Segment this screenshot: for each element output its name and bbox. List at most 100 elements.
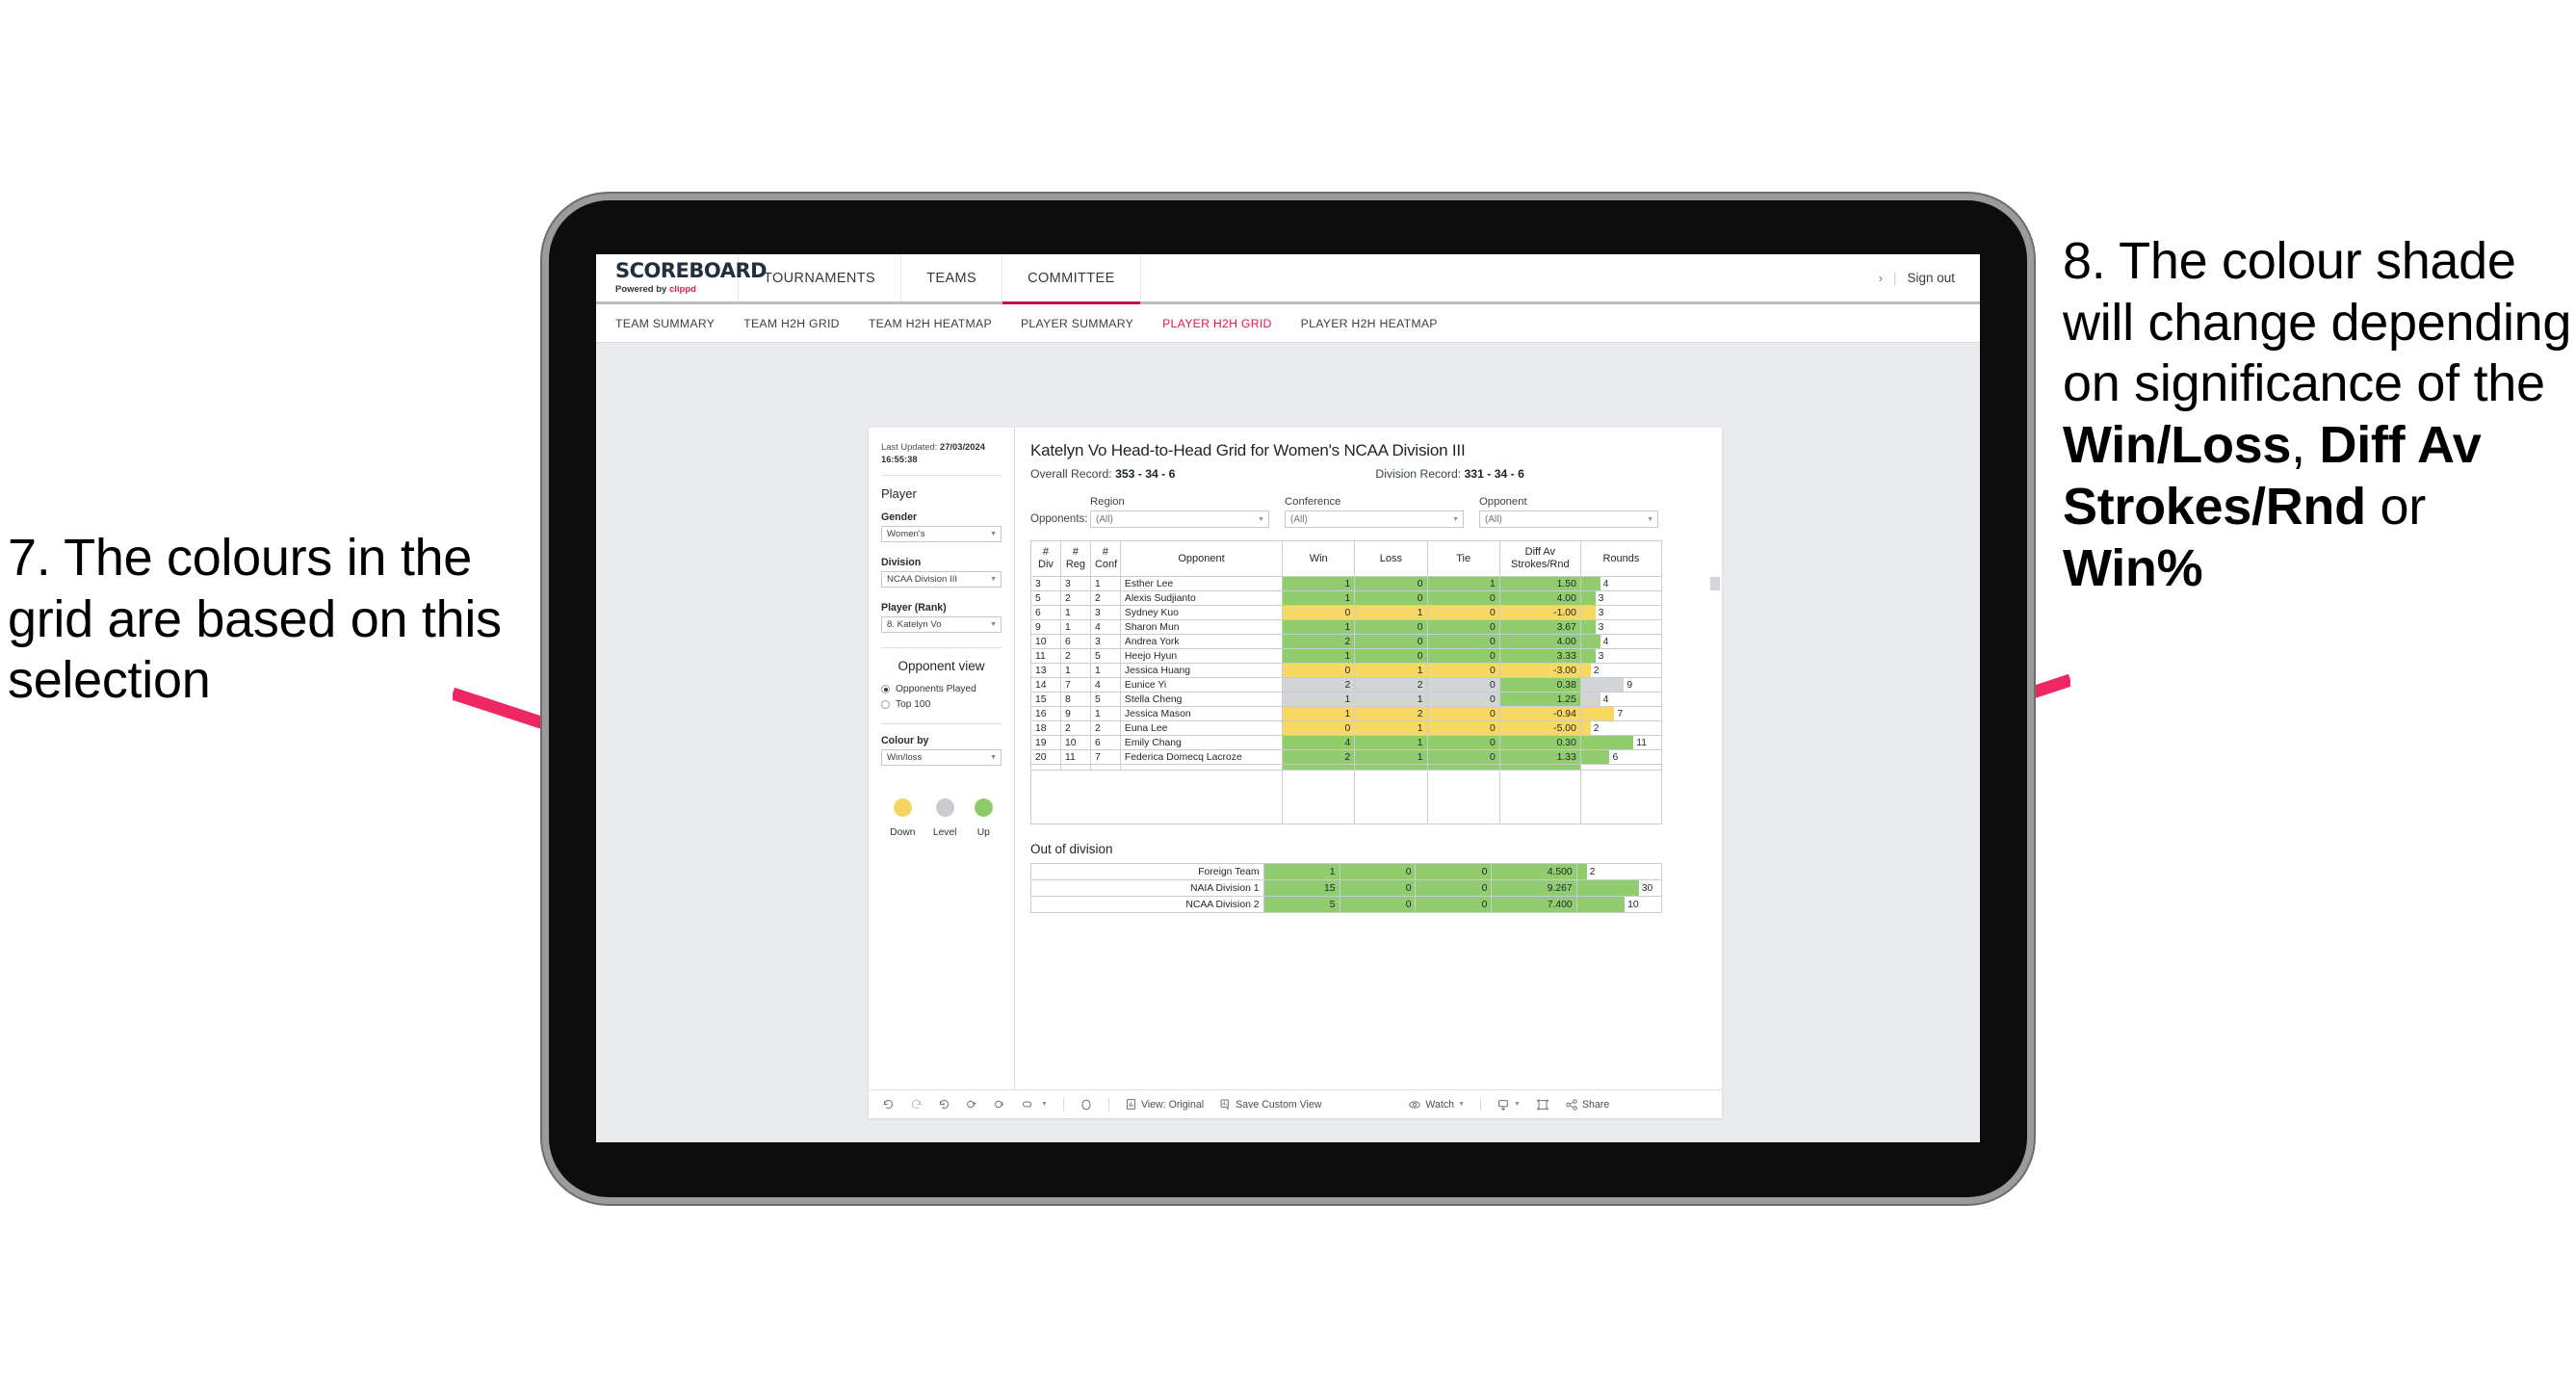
table-row[interactable]: 6 1 3 Sydney Kuo 0 1 0 -1.00 3 xyxy=(1030,605,1663,620)
legend-label-down: Down xyxy=(890,827,916,839)
subnav-team-summary[interactable]: TEAM SUMMARY xyxy=(615,317,729,330)
cell-tie: 0 xyxy=(1426,619,1500,635)
share-icon xyxy=(1566,1098,1577,1111)
table-row[interactable]: 20 11 7 Federica Domecq Lacroze 2 1 0 1.33 6 xyxy=(1030,749,1663,765)
undo-button[interactable] xyxy=(882,1098,902,1111)
table-row[interactable]: 19 10 6 Emily Chang 4 1 0 0.30 11 xyxy=(1030,735,1663,750)
cell-win: 0 xyxy=(1282,663,1356,678)
cell-opponent: Eunice Yi xyxy=(1119,677,1284,693)
filter-region-select[interactable]: (All) ▼ xyxy=(1090,510,1269,528)
cell-opponent: Esther Lee xyxy=(1119,576,1284,591)
redo-button[interactable] xyxy=(902,1098,930,1111)
cell-win: 1 xyxy=(1282,619,1356,635)
grid-vertical-scrollbar[interactable] xyxy=(1710,577,1720,590)
annotation-right: 8. The colour shade will change dependin… xyxy=(2063,231,2573,599)
app-logo[interactable]: SCOREBOARD Powered by clippd xyxy=(596,254,768,301)
cell-rounds: 6 xyxy=(1579,749,1663,765)
table-row[interactable]: NCAA Division 2 5 0 0 7.400 10 xyxy=(1030,896,1663,913)
table-row[interactable]: 3 3 1 Esther Lee 1 0 1 1.50 4 xyxy=(1030,576,1663,591)
cell-rounds: 2 xyxy=(1579,720,1663,736)
undo-icon xyxy=(883,1099,894,1109)
watch-button[interactable]: Watch ▼ xyxy=(1400,1098,1472,1111)
rounds-value: 11 xyxy=(1636,737,1647,748)
table-row[interactable]: Foreign Team 1 0 0 4.500 2 xyxy=(1030,863,1663,880)
cell-diff: 0.30 xyxy=(1498,735,1581,750)
save-view-icon xyxy=(1220,1099,1230,1111)
radio-opponents-played[interactable]: Opponents Played xyxy=(881,684,1002,694)
cell-reg: 2 xyxy=(1059,648,1091,664)
subnav-team-h2h-grid[interactable]: TEAM H2H GRID xyxy=(729,317,854,330)
cell-tie: 0 xyxy=(1426,692,1500,707)
subnav-player-summary[interactable]: PLAYER SUMMARY xyxy=(1006,317,1148,330)
cell-div: 9 xyxy=(1030,619,1061,635)
download-button[interactable]: ▼ xyxy=(1489,1098,1528,1111)
highlight-button[interactable] xyxy=(1072,1098,1101,1111)
pause-button[interactable] xyxy=(986,1098,1014,1111)
col-rounds: Rounds xyxy=(1579,540,1663,577)
table-row[interactable]: 14 7 4 Eunice Yi 2 2 0 0.38 9 xyxy=(1030,677,1663,693)
share-button[interactable]: Share xyxy=(1557,1098,1617,1111)
table-row[interactable]: 18 2 2 Euna Lee 0 1 0 -5.00 2 xyxy=(1030,720,1663,736)
chevron-right-icon[interactable]: › xyxy=(1879,271,1883,285)
col-reg: # Reg xyxy=(1059,540,1091,577)
subnav-team-h2h-heatmap[interactable]: TEAM H2H HEATMAP xyxy=(854,317,1006,330)
nav-committee[interactable]: COMMITTEE xyxy=(1002,254,1141,304)
filter-opponent-select[interactable]: (All) ▼ xyxy=(1479,510,1658,528)
table-row[interactable]: 11 2 5 Heejo Hyun 1 0 0 3.33 3 xyxy=(1030,648,1663,664)
device-layout-button[interactable]: ▼ xyxy=(1014,1098,1055,1111)
table-row[interactable]: 15 8 5 Stella Cheng 1 1 0 1.25 4 xyxy=(1030,692,1663,707)
rounds-value: 3 xyxy=(1598,650,1604,662)
view-original-label: View: Original xyxy=(1140,1098,1205,1111)
annotation-right-bold-3: Win% xyxy=(2063,538,2203,597)
nav-tournaments[interactable]: TOURNAMENTS xyxy=(739,254,902,301)
table-row[interactable]: 16 9 1 Jessica Mason 1 2 0 -0.94 7 xyxy=(1030,706,1663,721)
cell-opponent: Emily Chang xyxy=(1119,735,1284,750)
table-row[interactable]: NAIA Division 1 15 0 0 9.267 30 xyxy=(1030,879,1663,897)
revert-button[interactable] xyxy=(930,1098,958,1111)
table-row[interactable]: 9 1 4 Sharon Mun 1 0 0 3.67 3 xyxy=(1030,619,1663,635)
fullscreen-button[interactable] xyxy=(1528,1098,1557,1111)
logo-tagline: Powered by clippd xyxy=(615,284,738,295)
cell-div: 14 xyxy=(1030,677,1061,693)
radio-top-100[interactable]: Top 100 xyxy=(881,699,1002,710)
cell-tie: 0 xyxy=(1426,648,1500,664)
chevron-down-icon: ▼ xyxy=(1258,515,1264,523)
subnav-player-h2h-heatmap[interactable]: PLAYER H2H HEATMAP xyxy=(1287,317,1452,330)
table-row[interactable]: 10 6 3 Andrea York 2 0 0 4.00 4 xyxy=(1030,634,1663,649)
cell-div: 11 xyxy=(1030,648,1061,664)
colour-by-select[interactable]: Win/loss ▼ xyxy=(881,749,1002,767)
rounds-bar xyxy=(1580,649,1596,663)
table-row[interactable]: 13 1 1 Jessica Huang 0 1 0 -3.00 2 xyxy=(1030,663,1663,678)
nav-teams[interactable]: TEAMS xyxy=(901,254,1003,301)
col-diff: Diff Av Strokes/Rnd xyxy=(1498,540,1581,577)
player-rank-select[interactable]: 8. Katelyn Vo ▼ xyxy=(881,616,1002,634)
cell-loss: 1 xyxy=(1354,605,1428,620)
radio-top-100-label: Top 100 xyxy=(896,699,931,711)
gender-select[interactable]: Women's ▼ xyxy=(881,526,1002,543)
viz-canvas: Last Updated: 27/03/2024 16:55:38 Player… xyxy=(596,346,1980,1142)
refresh-button[interactable] xyxy=(958,1098,986,1111)
col-div-l1: # xyxy=(1042,546,1050,559)
cell-opponent: Andrea York xyxy=(1119,634,1284,649)
legend-item-level: Level xyxy=(932,798,957,839)
save-custom-view-button[interactable]: Save Custom View xyxy=(1211,1098,1329,1111)
out-of-division-table: Foreign Team 1 0 0 4.500 2 NAIA Division 1 15 0 0… xyxy=(1030,863,1663,913)
cell-tie: 0 xyxy=(1426,706,1500,721)
logo-tagline-prefix: Powered by xyxy=(615,284,669,295)
cell-rounds: 2 xyxy=(1575,863,1663,880)
subnav-player-h2h-grid[interactable]: PLAYER H2H GRID xyxy=(1148,317,1287,330)
table-row[interactable]: 5 2 2 Alexis Sudjianto 1 0 0 4.00 3 xyxy=(1030,590,1663,606)
view-original-button[interactable]: View: Original xyxy=(1117,1098,1211,1111)
opponent-filters: Opponents: Region (All) ▼ Conference (Al… xyxy=(1030,496,1708,528)
division-select[interactable]: NCAA Division III ▼ xyxy=(881,571,1002,588)
legend-label-level: Level xyxy=(932,827,957,839)
filter-conference-select[interactable]: (All) ▼ xyxy=(1285,510,1464,528)
cell-loss: 1 xyxy=(1354,663,1428,678)
signout-link[interactable]: Sign out xyxy=(1907,271,1955,285)
cell-conf: 1 xyxy=(1089,706,1121,721)
filter-region-label: Region xyxy=(1090,496,1125,508)
cell-tie: 0 xyxy=(1426,749,1500,765)
cell-win: 1 xyxy=(1282,648,1356,664)
cell-loss: 2 xyxy=(1354,677,1428,693)
rounds-value: 4 xyxy=(1602,636,1609,647)
